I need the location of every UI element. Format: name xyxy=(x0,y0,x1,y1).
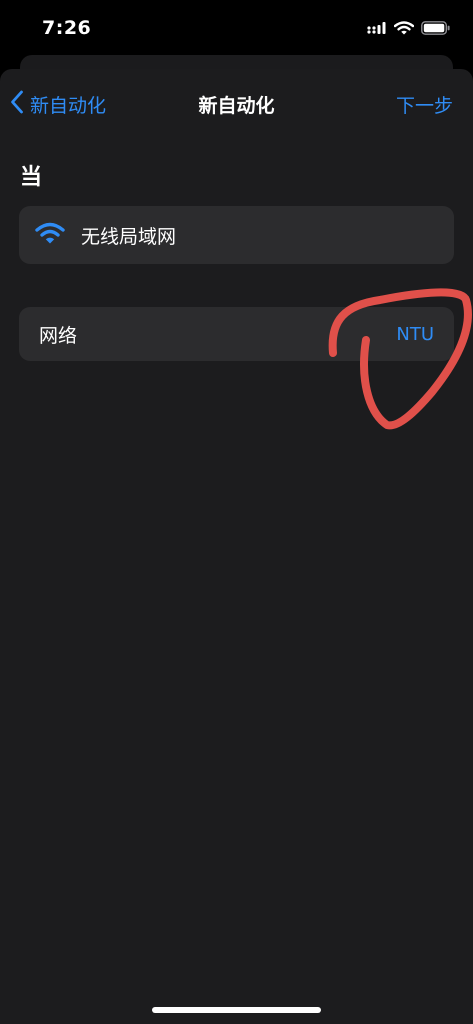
trigger-card: 无线局域网 xyxy=(19,206,454,264)
home-indicator[interactable] xyxy=(152,1007,321,1013)
cellular-icon xyxy=(367,20,387,39)
network-label: 网络 xyxy=(39,324,78,347)
battery-icon xyxy=(421,20,451,39)
section-title: 当 xyxy=(20,165,43,190)
network-value[interactable]: NTU xyxy=(396,324,434,345)
wifi-icon xyxy=(35,222,65,248)
network-row[interactable]: 网络 NTU xyxy=(19,307,454,361)
status-bar: 7:26 xyxy=(0,0,473,60)
navigation-bar: 新自动化 新自动化 下一步 xyxy=(0,69,473,137)
next-button[interactable]: 下一步 xyxy=(396,91,453,118)
status-time: 7:26 xyxy=(42,17,92,39)
status-icons xyxy=(367,20,451,39)
wifi-icon xyxy=(393,20,415,39)
trigger-label: 无线局域网 xyxy=(81,225,177,248)
new-automation-sheet: 新自动化 新自动化 下一步 当 无线局域网 网络 NTU xyxy=(0,69,473,1024)
screen: 7:26 新自动化 新自动化 下一步 当 无线局域网 网络 NTU xyxy=(0,0,473,1024)
